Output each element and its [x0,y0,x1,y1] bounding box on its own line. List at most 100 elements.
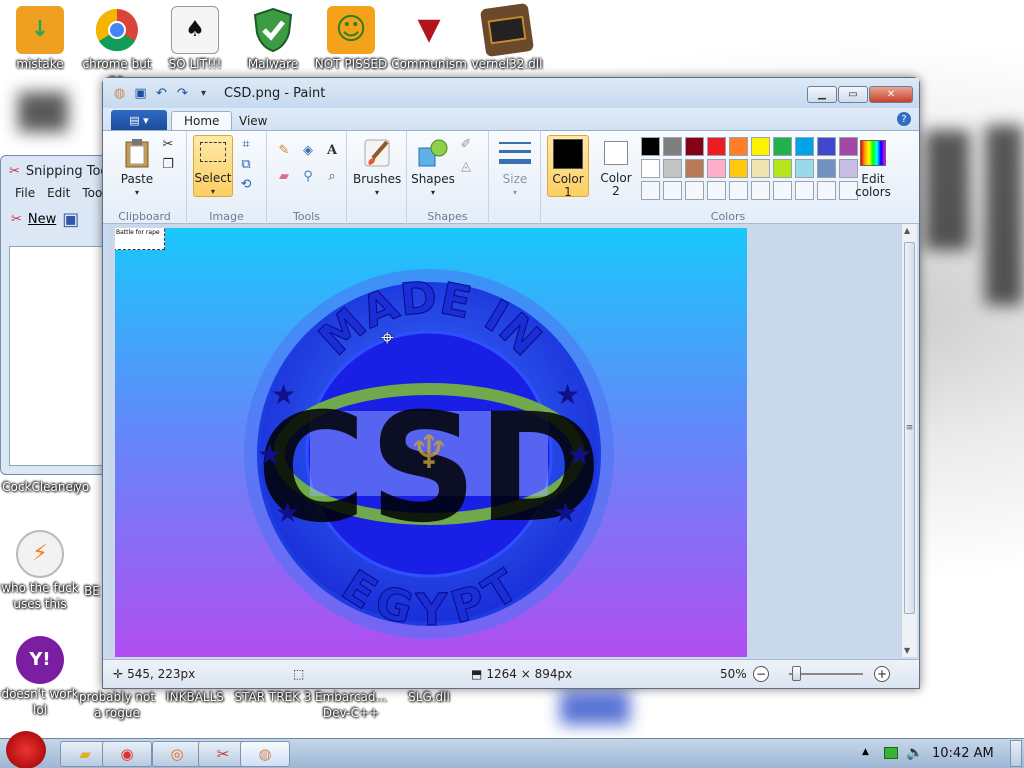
desktop-icon-vernel32[interactable]: vernel32.dll [467,2,547,72]
canvas-area[interactable]: CSD MADE IN EGYPT ★ ★ ★ ★ ★ ★ ♆ Battle f… [107,224,901,657]
palette-swatch[interactable] [641,159,660,178]
help-icon[interactable]: ? [897,112,911,126]
palette-swatch[interactable] [751,137,770,156]
menu-tools[interactable]: Too [82,186,102,202]
palette-swatch[interactable] [641,181,660,200]
desktop-icon-inkballs[interactable]: INKBALLS [155,689,235,705]
scroll-up-icon[interactable]: ▲ [904,226,910,235]
customize-qat-icon[interactable]: ▾ [195,85,212,102]
palette-swatch[interactable] [773,137,792,156]
palette-swatch[interactable] [707,137,726,156]
fill-icon[interactable]: ◈ [299,141,317,159]
palette-swatch[interactable] [817,181,836,200]
canvas-image[interactable]: CSD MADE IN EGYPT ★ ★ ★ ★ ★ ★ ♆ Battle f… [115,228,747,657]
menu-edit[interactable]: Edit [47,186,70,202]
taskbar-firefox[interactable]: ◎ [152,741,202,767]
clock[interactable]: 10:42 AM [932,746,994,761]
zoom-slider-knob[interactable] [792,666,801,681]
palette-swatch[interactable] [729,159,748,178]
snipping-tool-window[interactable]: ✂ Snipping Too File Edit Too ✂ New ▣ [0,155,110,475]
palette-swatch[interactable] [817,137,836,156]
palette-swatch[interactable] [817,159,836,178]
paint-window[interactable]: ◍ ▣ ↶ ↷ ▾ CSD.png - Paint ▁ ▭ ✕ ▤ ▾ Home… [102,77,920,689]
desktop-icon-not-pissed[interactable]: ☺ NOT PISSED [311,6,391,72]
minimize-button[interactable]: ▁ [807,86,837,103]
color1-button[interactable]: Color 1 [547,135,589,199]
palette-swatch[interactable] [685,159,704,178]
desktop-icon-chrome[interactable]: chrome but no [77,6,157,88]
edit-colors-button[interactable]: Edit colors [849,137,897,199]
desktop-icon-yo[interactable]: yo [57,479,107,495]
palette-swatch[interactable] [641,137,660,156]
desktop-icon-winamp[interactable]: ⚡ who the fuck uses this [0,530,80,612]
tab-view[interactable]: View [227,111,279,130]
menu-file[interactable]: File [15,186,35,202]
palette-swatch[interactable] [751,181,770,200]
paste-button[interactable]: Paste ▾ [115,137,159,199]
desktop-icon-mistake[interactable]: ↓ mistake [0,6,80,72]
volume-icon[interactable]: 🔈 [906,745,923,761]
palette-swatch[interactable] [685,181,704,200]
palette-swatch[interactable] [795,159,814,178]
palette-swatch[interactable] [707,181,726,200]
maximize-button[interactable]: ▭ [838,86,868,103]
zoom-in-button[interactable]: + [874,666,890,682]
palette-swatch[interactable] [663,181,682,200]
copy-icon[interactable]: ❐ [159,155,177,173]
snipping-titlebar[interactable]: ✂ Snipping Too [1,156,109,186]
desktop-icon-yahoo[interactable]: Y! doesn't work lol [0,636,80,718]
paint-app-icon[interactable]: ◍ [111,85,128,102]
shapes-button[interactable]: Shapes ▾ [411,137,455,199]
palette-swatch[interactable] [663,137,682,156]
palette-swatch[interactable] [773,159,792,178]
selection-rectangle[interactable]: Battle for rape [115,228,165,250]
palette-swatch[interactable] [707,159,726,178]
palette-swatch[interactable] [795,137,814,156]
resize-icon[interactable]: ⧉ [237,155,255,173]
taskbar-chrome[interactable]: ◉ [102,741,152,767]
cut-icon[interactable]: ✂ [159,135,177,153]
color-picker-icon[interactable]: ⚲ [299,167,317,185]
close-button[interactable]: ✕ [869,86,913,103]
palette-swatch[interactable] [751,159,770,178]
pencil-icon[interactable]: ✎ [275,141,293,159]
desktop-icon-star-trek[interactable]: STAR TREK 3 [233,689,313,705]
taskbar-paint[interactable]: ◍ [240,741,290,767]
palette-swatch[interactable] [729,181,748,200]
start-button[interactable] [6,731,46,768]
text-icon[interactable]: A [323,141,341,159]
new-snip-button[interactable]: New [28,212,56,227]
scroll-down-icon[interactable]: ▼ [904,646,910,655]
eraser-icon[interactable]: ▰ [275,167,293,185]
show-desktop-button[interactable] [1010,740,1022,767]
size-button[interactable]: Size ▾ [495,137,535,199]
show-hidden-icons[interactable]: ▲ [862,747,869,757]
save-snip-icon[interactable]: ▣ [62,209,79,230]
color2-button[interactable]: Color 2 [595,135,637,198]
save-icon[interactable]: ▣ [132,85,149,102]
undo-icon[interactable]: ↶ [153,85,170,102]
desktop-icon-devcpp[interactable]: Embarcad... Dev-C++ [311,689,391,721]
palette-swatch[interactable] [729,137,748,156]
brushes-button[interactable]: Brushes ▾ [353,137,401,199]
palette-swatch[interactable] [663,159,682,178]
palette-swatch[interactable] [685,137,704,156]
vertical-scrollbar[interactable]: ▲ ≡ ▼ [901,224,917,657]
desktop-icon-malware[interactable]: Malware [233,6,313,72]
network-icon[interactable] [884,747,898,759]
magnifier-icon[interactable]: ⌕ [323,167,341,185]
zoom-out-button[interactable]: − [753,666,769,682]
redo-icon[interactable]: ↷ [174,85,191,102]
desktop-icon-be[interactable]: BE [80,583,104,599]
palette-swatch[interactable] [795,181,814,200]
select-button[interactable]: Select ▾ [193,135,233,197]
paint-titlebar[interactable]: ◍ ▣ ↶ ↷ ▾ CSD.png - Paint ▁ ▭ ✕ [103,78,919,108]
desktop-icon-slg[interactable]: SLG.dll [389,689,469,705]
file-menu-button[interactable]: ▤ ▾ [111,110,167,130]
desktop-icon-communism[interactable]: ▼ Communism [389,6,469,72]
scrollbar-thumb[interactable]: ≡ [904,242,915,614]
desktop-icon-solitaire[interactable]: ♠ SO LIT!!! [155,6,235,72]
tab-home[interactable]: Home [171,111,233,130]
crop-icon[interactable]: ⌗ [237,135,255,153]
rotate-icon[interactable]: ⟲ [237,175,255,193]
